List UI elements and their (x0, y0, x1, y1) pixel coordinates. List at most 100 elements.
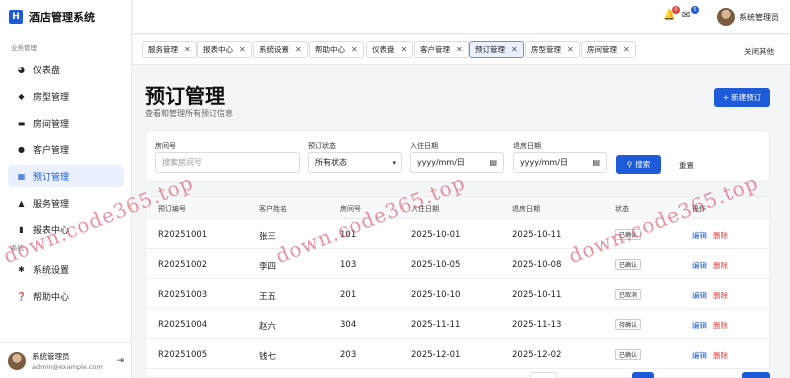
pagination-button[interactable] (632, 372, 654, 378)
table-cell-id: R20251001 (158, 230, 208, 240)
tab-room-types[interactable]: 房型管理 ✕ (525, 41, 580, 58)
table-row: R20251003 王五 201 2025-10-10 2025-10-11 已取消 编辑删… (146, 279, 769, 309)
room-search-input[interactable]: 搜索房间号 (155, 152, 300, 173)
avatar (8, 351, 26, 370)
search-button[interactable]: ⚲ 搜索 (616, 155, 661, 174)
close-icon[interactable]: ✕ (567, 45, 574, 54)
table-cell-checkin: 2025-12-01 (411, 350, 461, 360)
sidebar-item-room-types[interactable]: ◆ 房型管理 (8, 85, 124, 107)
delete-link[interactable]: 删除 (713, 350, 728, 361)
table-cell-checkout: 2025-10-11 (512, 230, 562, 240)
status-select[interactable]: 所有状态 ▾ (308, 152, 402, 173)
checkout-date-input[interactable]: yyyy/mm/日 ▤ (513, 152, 607, 173)
delete-link[interactable]: 删除 (713, 320, 728, 331)
table-cell-checkin: 2025-10-10 (411, 290, 461, 300)
table-cell-room: 101 (340, 230, 357, 240)
tab-customers[interactable]: 客户管理 ✕ (414, 41, 469, 58)
sidebar-user-name: 系统管理员 (32, 351, 70, 361)
app-title: 酒店管理系统 (29, 11, 95, 24)
tab-label: 仪表盘 (372, 45, 395, 54)
sidebar-item-rooms[interactable]: ▬ 房间管理 (8, 112, 124, 134)
hotel-logo-icon: H (9, 10, 23, 24)
topbar-user-menu[interactable]: 系统管理员 (717, 8, 779, 26)
brand: H 酒店管理系统 (0, 0, 131, 34)
gear-icon: ✱ (18, 264, 25, 274)
sidebar-item-label: 房型管理 (33, 92, 70, 103)
sidebar-user-panel: 系统管理员 admin@example.com ⇥ (0, 342, 132, 378)
close-icon[interactable]: ✕ (456, 45, 463, 54)
checkin-date-input[interactable]: yyyy/mm/日 ▤ (410, 152, 504, 173)
tab-settings[interactable]: 系统设置 ✕ (253, 41, 308, 58)
sidebar-item-customers[interactable]: ● 客户管理 (8, 138, 124, 160)
close-icon[interactable]: ✕ (184, 45, 191, 54)
status-badge: 已取消 (615, 289, 642, 300)
sidebar-item-label: 客户管理 (33, 145, 70, 156)
tab-rooms[interactable]: 房间管理 ✕ (581, 41, 636, 58)
message-icon[interactable]: ✉ 5 (682, 6, 699, 22)
notification-bell-icon[interactable]: 🔔 0 (663, 6, 680, 22)
close-icon[interactable]: ✕ (239, 45, 246, 54)
table-cell-room: 304 (340, 320, 357, 330)
pagination-button[interactable] (742, 372, 770, 378)
table-cell-id: R20251005 (158, 350, 208, 360)
close-icon[interactable]: ✕ (351, 45, 358, 54)
tab-label: 服务管理 (148, 45, 178, 54)
file-icon: ▮ (19, 224, 24, 234)
filter-panel: 房间号 搜索房间号 预订状态 所有状态 ▾ 入住日期 yyyy/mm/日 ▤ 退… (145, 130, 770, 182)
edit-link[interactable]: 编辑 (692, 260, 707, 271)
close-others-button[interactable]: 关闭其他 (744, 46, 774, 57)
sidebar-item-services[interactable]: ▲ 服务管理 (8, 192, 124, 214)
tab-services[interactable]: 服务管理 ✕ (142, 41, 197, 58)
table-cell-name: 李四 (259, 262, 277, 272)
tab-bookings[interactable]: 预订管理 ✕ (469, 41, 524, 58)
chevron-down-icon: ▾ (392, 158, 396, 167)
sidebar-item-label: 房间管理 (33, 119, 70, 130)
sidebar-item-label: 报表中心 (33, 225, 70, 236)
calendar-icon[interactable]: ▤ (489, 158, 497, 167)
close-icon[interactable]: ✕ (401, 45, 408, 54)
close-icon[interactable]: ✕ (295, 45, 302, 54)
edit-link[interactable]: 编辑 (692, 320, 707, 331)
reset-button[interactable]: 重置 (679, 160, 694, 171)
notification-count-badge: 0 (672, 6, 680, 14)
search-button-label: 搜索 (635, 160, 651, 169)
sidebar-item-settings[interactable]: ✱ 系统设置 (8, 258, 124, 280)
table-cell-checkin: 2025-10-01 (411, 230, 461, 240)
table-cell-name: 赵六 (259, 322, 277, 332)
tab-dashboard[interactable]: 仪表盘 ✕ (366, 41, 414, 58)
table-cell-room: 201 (340, 290, 357, 300)
column-header: 房间号 (340, 205, 361, 213)
help-icon: ❓ (16, 291, 27, 301)
delete-link[interactable]: 删除 (713, 230, 728, 241)
new-booking-button[interactable]: + 新建预订 (714, 88, 770, 107)
edit-link[interactable]: 编辑 (692, 230, 707, 241)
edit-link[interactable]: 编辑 (692, 290, 707, 301)
sidebar-item-label: 帮助中心 (33, 292, 70, 303)
sidebar-item-dashboard[interactable]: ◕ 仪表盘 (8, 58, 124, 80)
delete-link[interactable]: 删除 (713, 290, 728, 301)
table-cell-room: 103 (340, 260, 357, 270)
logout-icon[interactable]: ⇥ (116, 356, 124, 366)
sidebar: H 酒店管理系统 业务管理 ◕ 仪表盘 ◆ 房型管理 ▬ 房间管理 ● 客户管理… (0, 0, 132, 378)
delete-link[interactable]: 删除 (713, 260, 728, 271)
pie-chart-icon: ◕ (18, 64, 25, 74)
table-cell-name: 王五 (259, 292, 277, 302)
tab-help[interactable]: 帮助中心 ✕ (309, 41, 364, 58)
close-icon[interactable]: ✕ (511, 45, 518, 54)
page-subtitle: 查看和管理所有预订信息 (145, 109, 233, 118)
sidebar-item-bookings[interactable]: ▦ 预订管理 (8, 165, 124, 187)
sidebar-item-reports[interactable]: ▮ 报表中心 (8, 218, 124, 240)
table-cell-checkout: 2025-12-02 (512, 350, 562, 360)
calendar-icon: ▦ (17, 171, 26, 181)
avatar (717, 8, 735, 26)
search-icon: ⚲ (626, 160, 633, 169)
calendar-icon[interactable]: ▤ (592, 158, 600, 167)
close-icon[interactable]: ✕ (623, 45, 630, 54)
checkin-filter-label: 入住日期 (410, 142, 438, 150)
column-header: 退房日期 (512, 205, 540, 213)
tab-reports[interactable]: 报表中心 ✕ (197, 41, 252, 58)
sidebar-item-help[interactable]: ❓ 帮助中心 (8, 285, 124, 307)
pagination-button[interactable] (530, 372, 557, 378)
new-booking-label: 新建预订 (731, 93, 762, 102)
edit-link[interactable]: 编辑 (692, 350, 707, 361)
